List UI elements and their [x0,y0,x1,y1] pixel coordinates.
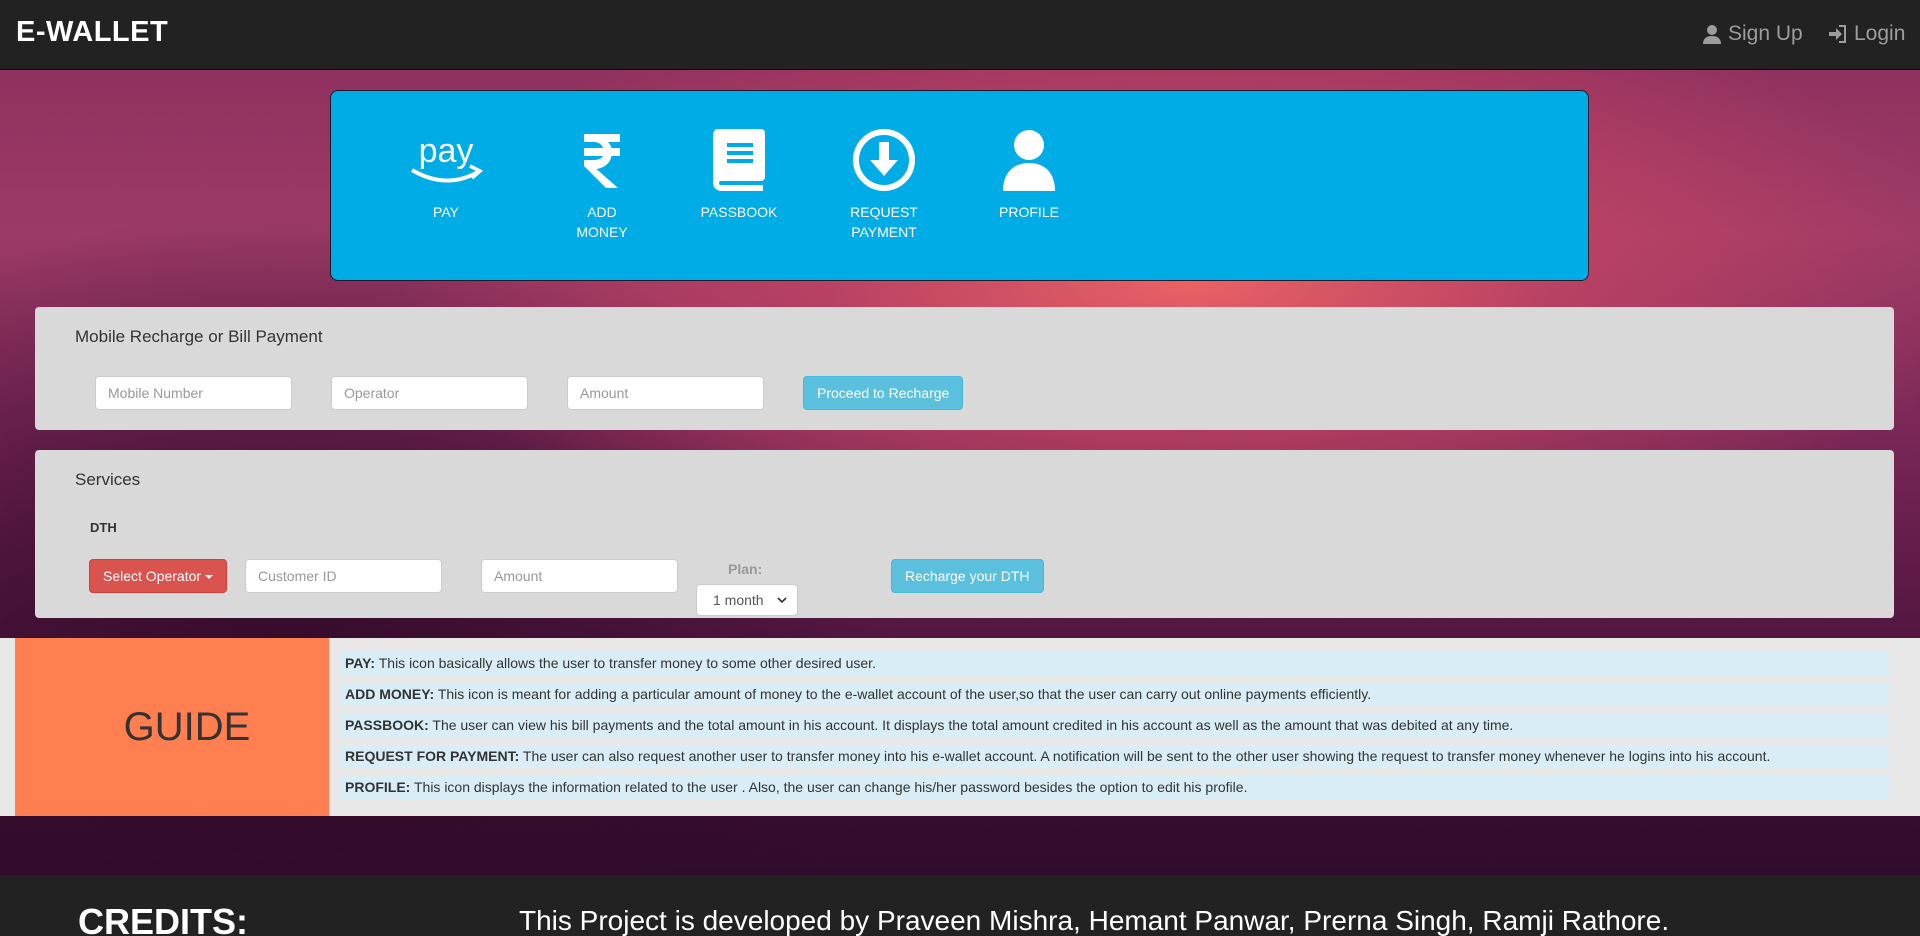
wallet-actions-panel: pay PAY ADD MONEY PASSBOOK REQUEST PAYME… [330,90,1589,281]
passbook-label: PASSBOOK [700,204,778,220]
guide-heading-box: GUIDE [15,638,329,816]
customer-id-input[interactable] [245,559,442,593]
profile-label: PROFILE [999,204,1059,220]
guide-term: PASSBOOK: [345,717,429,733]
operator-input[interactable] [331,376,528,410]
guide-item-request-payment: REQUEST FOR PAYMENT: The user can also r… [339,745,1889,768]
guide-item-add-money: ADD MONEY: This icon is meant for adding… [339,683,1889,706]
pay-icon-text: pay [419,132,474,170]
caret-down-icon [205,575,214,580]
rupee-icon [584,134,620,188]
log-in-icon [1829,25,1846,43]
select-operator-label: Select Operator [103,568,202,584]
recharge-dth-button[interactable]: Recharge your DTH [891,559,1044,593]
mobile-recharge-panel: Mobile Recharge or Bill Payment Proceed … [35,307,1894,430]
dth-amount-input[interactable] [481,559,678,593]
recharge-title: Mobile Recharge or Bill Payment [75,327,323,346]
guide-text: The user can view his bill payments and … [428,717,1514,733]
guide-item-profile: PROFILE: This icon displays the informat… [339,776,1889,799]
profile-action[interactable]: PROFILE [974,128,1084,222]
passbook-action[interactable]: PASSBOOK [684,128,794,222]
pay-label: PAY [433,204,459,220]
download-circle-icon [853,129,915,191]
credits-title: CREDITS: [78,901,248,936]
services-panel: Services DTH Select Operator Plan: 1 mon… [35,450,1894,618]
services-title: Services [75,470,141,489]
guide-list: PAY: This icon basically allows the user… [339,652,1889,807]
amazon-pay-icon: pay [410,132,484,183]
login-link[interactable]: Login [1828,22,1905,46]
credits-footer: CREDITS: This Project is developed by Pr… [0,875,1920,936]
signup-label: Sign Up [1728,22,1803,45]
brand-logo[interactable]: E-WALLET [16,16,168,49]
book-icon [712,129,765,191]
guide-item-pay: PAY: This icon basically allows the user… [339,652,1889,675]
guide-title: GUIDE [123,704,251,749]
guide-term: ADD MONEY: [345,686,435,702]
mobile-number-input[interactable] [95,376,292,410]
guide-text: This icon displays the information relat… [410,779,1248,795]
guide-item-passbook: PASSBOOK: The user can view his bill pay… [339,714,1889,737]
user-icon [1003,130,1055,191]
request-payment-action[interactable]: REQUEST PAYMENT [829,128,939,242]
guide-term: PAY: [345,655,376,671]
chevron-down-icon [777,597,787,604]
request-payment-label: REQUEST PAYMENT [850,204,918,240]
plan-label: Plan: [728,561,763,577]
top-navbar: E-WALLET Sign Up Login [0,0,1920,70]
guide-text: This icon is meant for adding a particul… [434,686,1372,702]
guide-text: This icon basically allows the user to t… [375,655,876,671]
guide-term: REQUEST FOR PAYMENT: [345,748,520,764]
guide-term: PROFILE: [345,779,411,795]
dth-label: DTH [90,520,117,535]
add-money-label: ADD MONEY [576,204,628,240]
plan-value: 1 month [713,592,764,608]
signup-link[interactable]: Sign Up [1702,22,1803,46]
guide-section: GUIDE PAY: This icon basically allows th… [0,638,1920,816]
credits-text: This Project is developed by Praveen Mis… [519,905,1670,936]
amount-input[interactable] [567,376,764,410]
select-operator-dropdown[interactable]: Select Operator [89,559,228,593]
user-icon [1703,25,1721,44]
login-label: Login [1854,22,1906,45]
proceed-to-recharge-button[interactable]: Proceed to Recharge [803,376,964,410]
add-money-action[interactable]: ADD MONEY [547,128,657,242]
pay-action[interactable]: pay PAY [391,128,501,222]
guide-text: The user can also request another user t… [519,748,1771,764]
plan-select[interactable]: 1 month [696,584,798,616]
